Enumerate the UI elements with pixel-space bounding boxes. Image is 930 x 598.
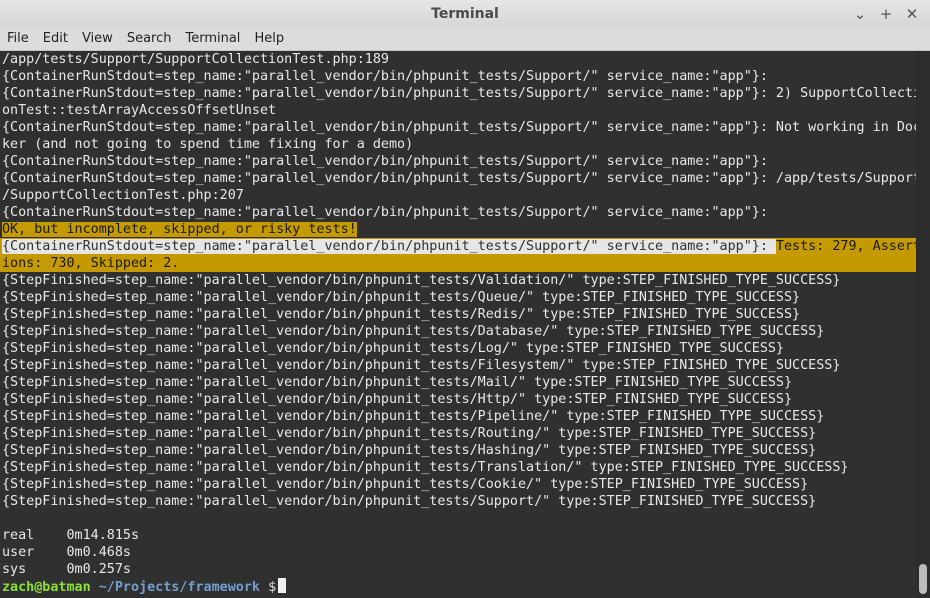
terminal-line: {StepFinished=step_name:"parallel_vendor… [0, 425, 916, 442]
terminal-line: {ContainerRunStdout=step_name:"parallel_… [0, 170, 916, 187]
highlighted-label: {ContainerRunStdout=step_name:"parallel_… [2, 239, 776, 254]
terminal-line: {StepFinished=step_name:"parallel_vendor… [0, 408, 916, 425]
line-text: {StepFinished=step_name:"parallel_vendor… [2, 307, 801, 322]
terminal-line: {StepFinished=step_name:"parallel_vendor… [0, 289, 916, 306]
highlighted-text: Tests: 279, Assert [775, 239, 916, 254]
line-text: /app/tests/Support/SupportCollectionTest… [2, 52, 389, 67]
line-text: user 0m0.468s [2, 545, 131, 560]
minimize-button[interactable]: ⌄ [850, 4, 870, 24]
line-text: {StepFinished=step_name:"parallel_vendor… [2, 443, 817, 458]
line-text: {ContainerRunStdout=step_name:"parallel_… [2, 86, 916, 101]
line-text: {ContainerRunStdout=step_name:"parallel_… [2, 171, 916, 186]
terminal-line: {StepFinished=step_name:"parallel_vendor… [0, 459, 916, 476]
line-text: {StepFinished=step_name:"parallel_vendor… [2, 477, 809, 492]
terminal-line: ker (and not going to spend time fixing … [0, 136, 916, 153]
terminal-line: ions: 730, Skipped: 2. [0, 255, 916, 272]
terminal-line: {ContainerRunStdout=step_name:"parallel_… [0, 68, 916, 85]
terminal-line: OK, but incomplete, skipped, or risky te… [0, 221, 916, 238]
terminal-line: {StepFinished=step_name:"parallel_vendor… [0, 493, 916, 510]
line-text: {ContainerRunStdout=step_name:"parallel_… [2, 120, 916, 135]
line-text: /SupportCollectionTest.php:207 [2, 188, 244, 203]
line-text: ker (and not going to spend time fixing … [2, 137, 414, 152]
terminal-line: onTest::testArrayAccessOffsetUnset [0, 102, 916, 119]
terminal-line: {StepFinished=step_name:"parallel_vendor… [0, 306, 916, 323]
terminal-line: /app/tests/Support/SupportCollectionTest… [0, 51, 916, 68]
line-text: {StepFinished=step_name:"parallel_vendor… [2, 494, 817, 509]
terminal-line: user 0m0.468s [0, 544, 916, 561]
menu-bar: File Edit View Search Terminal Help [0, 28, 930, 51]
menu-edit[interactable]: Edit [36, 28, 75, 50]
line-text: {StepFinished=step_name:"parallel_vendor… [2, 392, 793, 407]
terminal-line: {ContainerRunStdout=step_name:"parallel_… [0, 85, 916, 102]
shell-prompt[interactable]: zach@batman ~/Projects/framework $ [0, 578, 916, 595]
line-text: {StepFinished=step_name:"parallel_vendor… [2, 273, 841, 288]
maximize-button[interactable]: + [876, 4, 896, 24]
terminal-line: {ContainerRunStdout=step_name:"parallel_… [0, 119, 916, 136]
terminal-line: {StepFinished=step_name:"parallel_vendor… [0, 391, 916, 408]
highlighted-text: OK, but incomplete, skipped, or risky te… [2, 222, 357, 237]
menu-help[interactable]: Help [247, 28, 291, 50]
terminal-line: {StepFinished=step_name:"parallel_vendor… [0, 442, 916, 459]
terminal-window: Terminal ⌄ + ✕ File Edit View Search Ter… [0, 0, 930, 598]
terminal-line: {ContainerRunStdout=step_name:"parallel_… [0, 238, 916, 255]
prompt-user-host: zach@batman [2, 580, 91, 595]
terminal-line: {StepFinished=step_name:"parallel_vendor… [0, 323, 916, 340]
terminal-line: {StepFinished=step_name:"parallel_vendor… [0, 340, 916, 357]
menu-terminal[interactable]: Terminal [178, 28, 247, 50]
line-text: {StepFinished=step_name:"parallel_vendor… [2, 375, 793, 390]
terminal-line: {StepFinished=step_name:"parallel_vendor… [0, 374, 916, 391]
line-text: {StepFinished=step_name:"parallel_vendor… [2, 409, 825, 424]
terminal-line: /SupportCollectionTest.php:207 [0, 187, 916, 204]
line-text: onTest::testArrayAccessOffsetUnset [2, 103, 277, 118]
line-text: {StepFinished=step_name:"parallel_vendor… [2, 460, 849, 475]
terminal-line: {ContainerRunStdout=step_name:"parallel_… [0, 153, 916, 170]
terminal-line: {ContainerRunStdout=step_name:"parallel_… [0, 204, 916, 221]
scrollbar-thumb[interactable] [919, 564, 927, 594]
line-text: real 0m14.815s [2, 528, 140, 543]
scrollbar[interactable] [916, 51, 930, 598]
menu-file[interactable]: File [0, 28, 36, 50]
terminal-line: {StepFinished=step_name:"parallel_vendor… [0, 272, 916, 289]
line-text: {ContainerRunStdout=step_name:"parallel_… [2, 69, 768, 84]
line-text: {StepFinished=step_name:"parallel_vendor… [2, 426, 817, 441]
line-text: {StepFinished=step_name:"parallel_vendor… [2, 341, 784, 356]
terminal-line: real 0m14.815s [0, 527, 916, 544]
title-bar[interactable]: Terminal ⌄ + ✕ [0, 0, 930, 28]
line-text: {StepFinished=step_name:"parallel_vendor… [2, 358, 841, 373]
terminal-line: sys 0m0.257s [0, 561, 916, 578]
menu-view[interactable]: View [75, 28, 120, 50]
highlighted-text: ions: 730, Skipped: 2. [2, 256, 180, 271]
close-button[interactable]: ✕ [902, 4, 922, 24]
menu-search[interactable]: Search [120, 28, 179, 50]
line-text: {ContainerRunStdout=step_name:"parallel_… [2, 205, 768, 220]
window-controls: ⌄ + ✕ [850, 4, 922, 24]
line-text: {ContainerRunStdout=step_name:"parallel_… [2, 154, 768, 169]
terminal-output[interactable]: /app/tests/Support/SupportCollectionTest… [0, 51, 916, 598]
line-text: {StepFinished=step_name:"parallel_vendor… [2, 324, 825, 339]
window-title: Terminal [431, 6, 499, 22]
prompt-symbol: $ [268, 580, 277, 595]
line-text: sys 0m0.257s [2, 562, 131, 577]
text-cursor [278, 578, 287, 593]
prompt-path: ~/Projects/framework [98, 580, 260, 595]
line-text: {StepFinished=step_name:"parallel_vendor… [2, 290, 801, 305]
terminal-line: {StepFinished=step_name:"parallel_vendor… [0, 476, 916, 493]
terminal-line: {StepFinished=step_name:"parallel_vendor… [0, 357, 916, 374]
